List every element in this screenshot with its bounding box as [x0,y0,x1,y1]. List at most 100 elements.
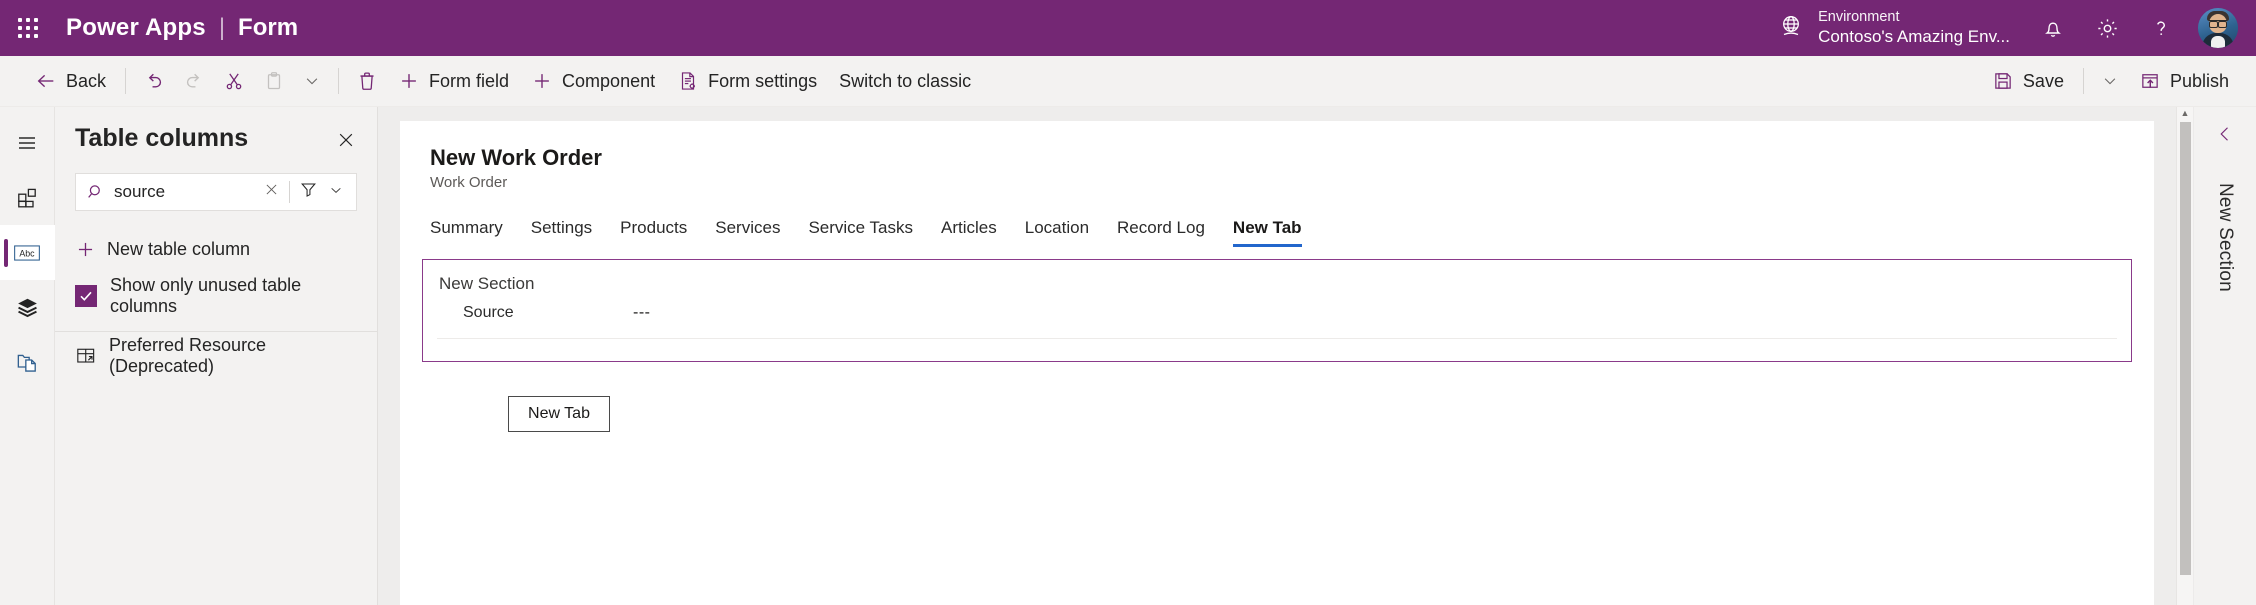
suite-bar: Power Apps | Form Environment Contoso's … [0,0,2256,56]
tab-service-tasks[interactable]: Service Tasks [794,213,927,247]
back-label: Back [66,70,107,91]
tab-record-log[interactable]: Record Log [1103,213,1219,247]
filter-options-button[interactable] [322,177,350,207]
paste-options-button[interactable] [294,61,330,101]
sidebar-item-pages[interactable] [0,335,55,390]
tab-summary[interactable]: Summary [430,213,517,247]
search-icon [86,182,106,202]
page-name: Form [238,14,299,41]
form-header: New Work Order Work Order [400,145,2154,191]
switch-to-classic-label: Switch to classic [839,70,972,91]
table-columns-panel: Table columns source New table column Sh… [55,107,378,605]
new-table-column-button[interactable]: New table column [55,227,377,271]
right-rail-label[interactable]: New Section [2214,183,2236,292]
save-button[interactable]: Save [1981,61,2075,101]
plus-icon [531,70,553,92]
app-launcher-button[interactable] [0,0,56,56]
close-panel-button[interactable] [331,127,361,157]
list-item-label: Preferred Resource (Deprecated) [109,335,267,376]
paste-button[interactable] [254,61,294,101]
switch-to-classic-button[interactable]: Switch to classic [828,61,982,101]
help-button[interactable] [2134,0,2188,56]
new-tab-button[interactable]: New Tab [508,396,610,433]
scrollbar-thumb[interactable] [2179,122,2191,575]
form-field-button[interactable]: Form field [387,61,520,101]
delete-button[interactable] [347,61,387,101]
component-label: Component [562,70,656,91]
tab-services[interactable]: Services [701,213,794,247]
field-value: --- [633,304,651,322]
form-tabstrip: Summary Settings Products Services Servi… [400,213,2154,248]
waffle-icon [18,18,38,38]
publish-button[interactable]: Publish [2128,61,2240,101]
form-field-row[interactable]: Source --- [423,294,2131,338]
form-settings-button[interactable]: Form settings [666,61,828,101]
section-drop-area[interactable] [423,339,2131,361]
suite-bar-right: Environment Contoso's Amazing Env... [1762,0,2244,56]
environment-picker[interactable]: Environment Contoso's Amazing Env... [1762,0,2026,56]
expand-properties-panel-button[interactable] [2208,119,2242,153]
redo-button[interactable] [174,61,214,101]
form-field-label: Form field [429,70,510,91]
app-name[interactable]: Power Apps [66,14,206,42]
command-bar-right: Save Publish [1981,61,2240,101]
cut-button[interactable] [214,61,254,101]
show-only-unused-checkbox[interactable]: Show only unused table columns [55,275,377,317]
list-item[interactable]: Preferred Resource (Deprecated) [55,332,377,380]
publish-label: Publish [2169,70,2229,91]
caret-up-icon[interactable]: ▲ [2181,109,2190,118]
globe-icon [1778,13,1804,44]
save-label: Save [2022,70,2064,91]
tab-new-tab[interactable]: New Tab [1219,213,1316,248]
new-table-column-label: New table column [107,238,251,259]
scissors-icon [223,70,245,92]
page-title: New Work Order [430,145,602,170]
bell-icon [2041,16,2065,40]
notifications-button[interactable] [2026,0,2080,56]
filter-button[interactable] [294,177,322,207]
form-settings-label: Form settings [708,70,818,91]
redo-icon [183,70,205,92]
environment-label: Environment [1818,9,1900,26]
tab-location[interactable]: Location [1011,213,1103,247]
divider [289,181,290,203]
left-rail: Abc [0,107,55,605]
table-column-list: Preferred Resource (Deprecated) [55,332,377,605]
sidebar-item-tree-view[interactable] [0,280,55,335]
power-apps-form-designer: Power Apps | Form Environment Contoso's … [0,0,2256,605]
form-subtitle: Work Order [430,174,508,192]
tab-products[interactable]: Products [606,213,701,247]
divider [2082,68,2084,94]
form-preview: New Work Order Work Order Summary Settin… [400,121,2154,605]
sidebar-item-menu[interactable] [0,115,55,170]
settings-button[interactable] [2080,0,2134,56]
undo-button[interactable] [134,61,174,101]
panel-search-row [55,157,377,211]
canvas-scrollbar[interactable]: ▲ [2176,107,2193,605]
save-options-button[interactable] [2092,61,2128,101]
back-button[interactable]: Back [24,61,117,101]
clipboard-icon [263,70,285,92]
sidebar-item-table-columns[interactable]: Abc [0,225,55,280]
form-settings-icon [677,70,699,92]
component-button[interactable]: Component [520,61,666,101]
chevron-down-icon [328,182,344,203]
tab-articles[interactable]: Articles [927,213,1011,247]
command-bar: Back Form field Component Form settings … [0,56,2256,107]
user-avatar[interactable] [2198,8,2238,48]
panel-header: Table columns [55,107,377,157]
clear-search-button[interactable] [257,177,285,207]
search-box[interactable] [75,173,357,211]
chevron-down-icon [2101,72,2119,90]
form-section[interactable]: New Section Source --- [422,259,2132,363]
tab-settings[interactable]: Settings [517,213,606,247]
table-columns-icon: Abc [12,242,42,264]
sidebar-item-components[interactable] [0,170,55,225]
publish-icon [2139,70,2161,92]
close-icon [336,130,356,155]
trash-icon [356,70,378,92]
workspace: Abc Table columns source New table colum… [0,107,2256,605]
search-input[interactable] [106,182,257,202]
plus-icon [398,70,420,92]
divider [125,68,127,94]
